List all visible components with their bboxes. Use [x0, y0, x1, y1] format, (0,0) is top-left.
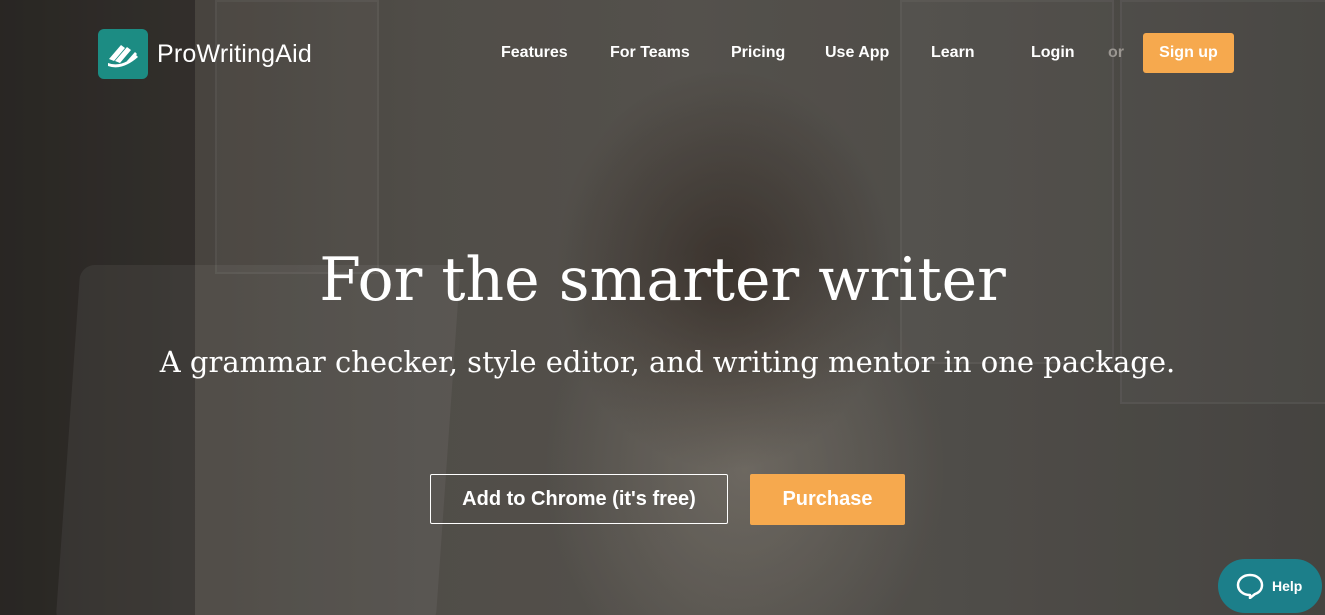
purchase-button[interactable]: Purchase: [750, 474, 905, 525]
hero-subtitle: A grammar checker, style editor, and wri…: [159, 345, 1176, 379]
add-to-chrome-button[interactable]: Add to Chrome (it's free): [430, 474, 728, 524]
or-separator: or: [1108, 44, 1124, 61]
nav-item-learn[interactable]: Learn: [931, 33, 975, 73]
nav-item-pricing[interactable]: Pricing: [731, 33, 785, 73]
login-link[interactable]: Login: [1031, 33, 1075, 73]
nav-item-features[interactable]: Features: [501, 33, 568, 73]
main-nav: Features For Teams Pricing Use App Learn…: [0, 33, 1325, 73]
help-label: Help: [1272, 578, 1303, 594]
signup-button[interactable]: Sign up: [1143, 33, 1234, 73]
nav-item-for-teams[interactable]: For Teams: [610, 33, 690, 73]
nav-item-use-app[interactable]: Use App: [825, 33, 889, 73]
help-widget-button[interactable]: Help: [1218, 559, 1322, 613]
hero-title: For the smarter writer: [319, 245, 1006, 315]
chat-bubble-icon: [1236, 572, 1264, 600]
